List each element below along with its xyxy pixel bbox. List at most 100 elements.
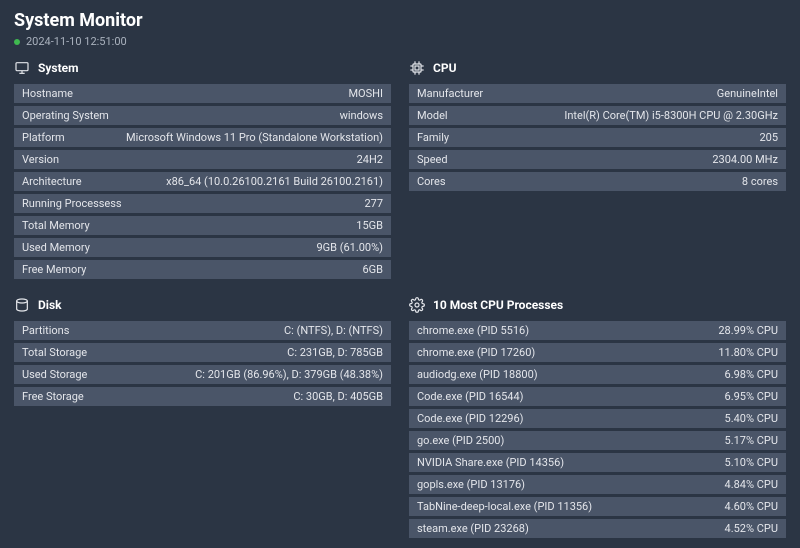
table-row: Hostname MOSHI xyxy=(14,84,391,103)
row-label: Family xyxy=(417,131,449,144)
row-label: Hostname xyxy=(22,87,73,100)
row-label: Speed xyxy=(417,153,448,166)
process-cpu: 4.84% CPU xyxy=(725,478,778,491)
row-label: Operating System xyxy=(22,109,109,122)
disk-icon xyxy=(14,297,30,313)
table-row: Version 24H2 xyxy=(14,150,391,169)
table-row: Model Intel(R) Core(TM) i5-8300H CPU @ 2.… xyxy=(409,106,786,125)
table-row: Partitions C: (NTFS), D: (NTFS) xyxy=(14,321,391,340)
table-row: Speed 2304.00 MHz xyxy=(409,150,786,169)
row-value: 9GB (61.00%) xyxy=(316,241,383,254)
table-row: Free Storage C: 30GB, D: 405GB xyxy=(14,387,391,406)
row-value: 24H2 xyxy=(357,153,383,166)
disk-rows: Partitions C: (NTFS), D: (NTFS) Total Sto… xyxy=(14,321,391,406)
row-value: C: 201GB (86.96%), D: 379GB (48.38%) xyxy=(195,368,383,381)
row-value: Intel(R) Core(TM) i5-8300H CPU @ 2.30GHz xyxy=(564,109,778,122)
process-row: chrome.exe (PID 5516) 28.99% CPU xyxy=(409,321,786,340)
process-name: chrome.exe (PID 5516) xyxy=(417,324,529,337)
process-name: steam.exe (PID 23268) xyxy=(417,522,529,535)
process-name: go.exe (PID 2500) xyxy=(417,434,504,447)
row-label: Free Storage xyxy=(22,390,84,403)
table-row: Family 205 xyxy=(409,128,786,147)
panel-disk-title: Disk xyxy=(38,298,62,312)
table-row: Manufacturer GenuineIntel xyxy=(409,84,786,103)
process-cpu: 4.52% CPU xyxy=(725,522,778,535)
panel-processes: 10 Most CPU Processes chrome.exe (PID 55… xyxy=(409,297,786,538)
process-cpu: 11.80% CPU xyxy=(718,346,778,359)
panel-system-title: System xyxy=(38,61,79,75)
process-row: steam.exe (PID 23268) 4.52% CPU xyxy=(409,519,786,538)
row-value: C: 30GB, D: 405GB xyxy=(293,390,383,403)
table-row: Architecture x86_64 (10.0.26100.2161 Buil… xyxy=(14,172,391,191)
process-row: Code.exe (PID 16544)6.95% CPU xyxy=(409,387,786,406)
timestamp: 2024-11-10 12:51:00 xyxy=(26,35,127,48)
row-value: GenuineIntel xyxy=(717,87,778,100)
row-label: Total Storage xyxy=(22,346,87,359)
table-row: Operating System windows xyxy=(14,106,391,125)
process-name: Code.exe (PID 16544) xyxy=(417,390,524,403)
process-row: NVIDIA Share.exe (PID 14356) 5.10% CPU xyxy=(409,453,786,472)
process-row: audiodg.exe (PID 18800) 6.98% CPU xyxy=(409,365,786,384)
panel-cpu-title: CPU xyxy=(433,61,457,75)
row-label: Architecture xyxy=(22,175,82,188)
table-row: Running Processess 277 xyxy=(14,194,391,213)
page-title: System Monitor xyxy=(14,10,786,31)
row-label: Used Memory xyxy=(22,241,90,254)
process-cpu: 5.40% CPU xyxy=(725,412,778,425)
process-name: Code.exe (PID 12296) xyxy=(417,412,524,425)
row-value: Microsoft Windows 11 Pro (Standalone Wor… xyxy=(126,131,383,144)
process-row: Code.exe (PID 12296) 5.40% CPU xyxy=(409,409,786,428)
row-value: 2304.00 MHz xyxy=(712,153,778,166)
row-value: 8 cores xyxy=(742,175,778,188)
process-name: NVIDIA Share.exe (PID 14356) xyxy=(417,456,564,469)
gear-icon xyxy=(409,297,425,313)
panel-cpu: CPU Manufacturer GenuineIntel Model Intel(… xyxy=(409,60,786,191)
system-rows: Hostname MOSHI Operating System windows Pl… xyxy=(14,84,391,279)
cpu-rows: Manufacturer GenuineIntel Model Intel(R) C… xyxy=(409,84,786,191)
panel-processes-title: 10 Most CPU Processes xyxy=(433,298,563,312)
row-label: Free Memory xyxy=(22,263,86,276)
process-name: audiodg.exe (PID 18800) xyxy=(417,368,538,381)
monitor-icon xyxy=(14,60,30,76)
row-label: Cores xyxy=(417,175,446,188)
process-rows: chrome.exe (PID 5516) 28.99% CPU chrome.e… xyxy=(409,321,786,538)
table-row: Platform Microsoft Windows 11 Pro (Standa… xyxy=(14,128,391,147)
row-value: windows xyxy=(340,109,383,122)
status-row: 2024-11-10 12:51:00 xyxy=(14,35,786,48)
row-label: Model xyxy=(417,109,448,122)
process-row: chrome.exe (PID 17260) 11.80% CPU xyxy=(409,343,786,362)
process-cpu: 4.60% CPU xyxy=(725,500,778,513)
table-row: Cores 8 cores xyxy=(409,172,786,191)
panel-system: System Hostname MOSHI Operating System win… xyxy=(14,60,391,279)
row-label: Used Storage xyxy=(22,368,87,381)
row-value: MOSHI xyxy=(348,87,383,100)
process-row: go.exe (PID 2500) 5.17% CPU xyxy=(409,431,786,450)
process-cpu: 6.98% CPU xyxy=(725,368,778,381)
cpu-icon xyxy=(409,60,425,76)
panel-disk: Disk Partitions C: (NTFS), D: (NTFS) Tota… xyxy=(14,297,391,406)
table-row: Free Memory 6GB xyxy=(14,260,391,279)
row-value: C: 231GB, D: 785GB xyxy=(287,346,383,359)
page-header: System Monitor 2024-11-10 12:51:00 xyxy=(14,10,786,48)
process-name: TabNine-deep-local.exe (PID 11356) xyxy=(417,500,592,513)
row-label: Platform xyxy=(22,131,65,144)
process-cpu: 28.99% CPU xyxy=(718,324,778,337)
row-label: Manufacturer xyxy=(417,87,483,100)
row-label: Running Processess xyxy=(22,197,122,210)
process-cpu: 5.10% CPU xyxy=(725,456,778,469)
row-value: 205 xyxy=(759,131,778,144)
row-label: Partitions xyxy=(22,324,69,337)
row-value: 6GB xyxy=(362,263,383,276)
row-label: Version xyxy=(22,153,59,166)
process-name: gopls.exe (PID 13176) xyxy=(417,478,525,491)
process-cpu: 5.17% CPU xyxy=(725,434,778,447)
process-row: gopls.exe (PID 13176) 4.84% CPU xyxy=(409,475,786,494)
process-row: TabNine-deep-local.exe (PID 11356) 4.60% … xyxy=(409,497,786,516)
table-row: Total Storage C: 231GB, D: 785GB xyxy=(14,343,391,362)
row-value: C: (NTFS), D: (NTFS) xyxy=(284,324,383,337)
status-dot-icon xyxy=(14,39,20,45)
row-value: x86_64 (10.0.26100.2161 Build 26100.2161… xyxy=(166,175,383,188)
process-name: chrome.exe (PID 17260) xyxy=(417,346,535,359)
row-value: 277 xyxy=(364,197,383,210)
table-row: Total Memory15GB xyxy=(14,216,391,235)
